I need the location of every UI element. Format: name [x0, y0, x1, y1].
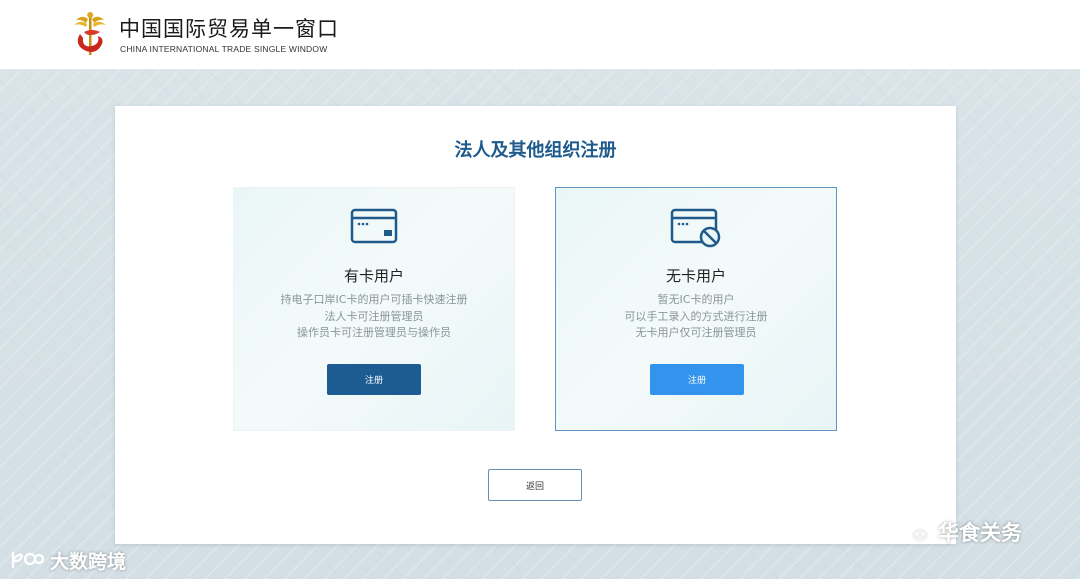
- site-header: 中国国际贸易单一窗口 CHINA INTERNATIONAL TRADE SIN…: [0, 0, 1080, 70]
- registration-panel: 法人及其他组织注册 有卡用户 持电子口岸IC卡的用户可插卡快速注册 法人卡可注册…: [115, 106, 956, 544]
- page-title: 法人及其他组织注册: [454, 140, 617, 161]
- card-icon: [350, 208, 398, 244]
- back-button[interactable]: 返回: [488, 469, 582, 501]
- logo-emblem-icon: [70, 10, 110, 58]
- watermark-left-text: 大数跨境: [50, 550, 127, 573]
- without-card-desc-line: 可以手工录入的方式进行注册: [624, 309, 768, 323]
- without-card-register-button[interactable]: 注册: [650, 364, 744, 395]
- without-card-option[interactable]: 无卡用户 暂无IC卡的用户 可以手工录入的方式进行注册 无卡用户仅可注册管理员 …: [555, 187, 837, 431]
- no-card-icon: [670, 208, 721, 248]
- without-card-description: 暂无IC卡的用户 可以手工录入的方式进行注册 无卡用户仅可注册管理员: [556, 292, 836, 342]
- with-card-desc-line: 持电子口岸IC卡的用户可插卡快速注册: [280, 293, 468, 306]
- wechat-icon: [898, 518, 931, 544]
- watermark-right: 华食关务: [898, 516, 1022, 548]
- without-card-desc-line: 无卡用户仅可注册管理员: [635, 326, 757, 339]
- without-card-title: 无卡用户: [665, 267, 726, 285]
- watermark-left: 大数跨境: [10, 545, 126, 575]
- with-card-option[interactable]: 有卡用户 持电子口岸IC卡的用户可插卡快速注册 法人卡可注册管理员 操作员卡可注…: [233, 187, 515, 431]
- brand-logo-icon: [11, 552, 44, 568]
- site-title: 中国国际贸易单一窗口: [119, 17, 339, 41]
- with-card-desc-line: 操作员卡可注册管理员与操作员: [297, 326, 451, 339]
- with-card-description: 持电子口岸IC卡的用户可插卡快速注册 法人卡可注册管理员 操作员卡可注册管理员与…: [234, 292, 514, 342]
- site-subtitle: CHINA INTERNATIONAL TRADE SINGLE WINDOW: [120, 44, 328, 54]
- watermark-right-text: 华食关务: [938, 521, 1022, 545]
- without-card-desc-line: 暂无IC卡的用户: [657, 293, 735, 306]
- with-card-title: 有卡用户: [343, 267, 404, 285]
- with-card-desc-line: 法人卡可注册管理员: [324, 309, 424, 323]
- with-card-register-button[interactable]: 注册: [327, 364, 421, 395]
